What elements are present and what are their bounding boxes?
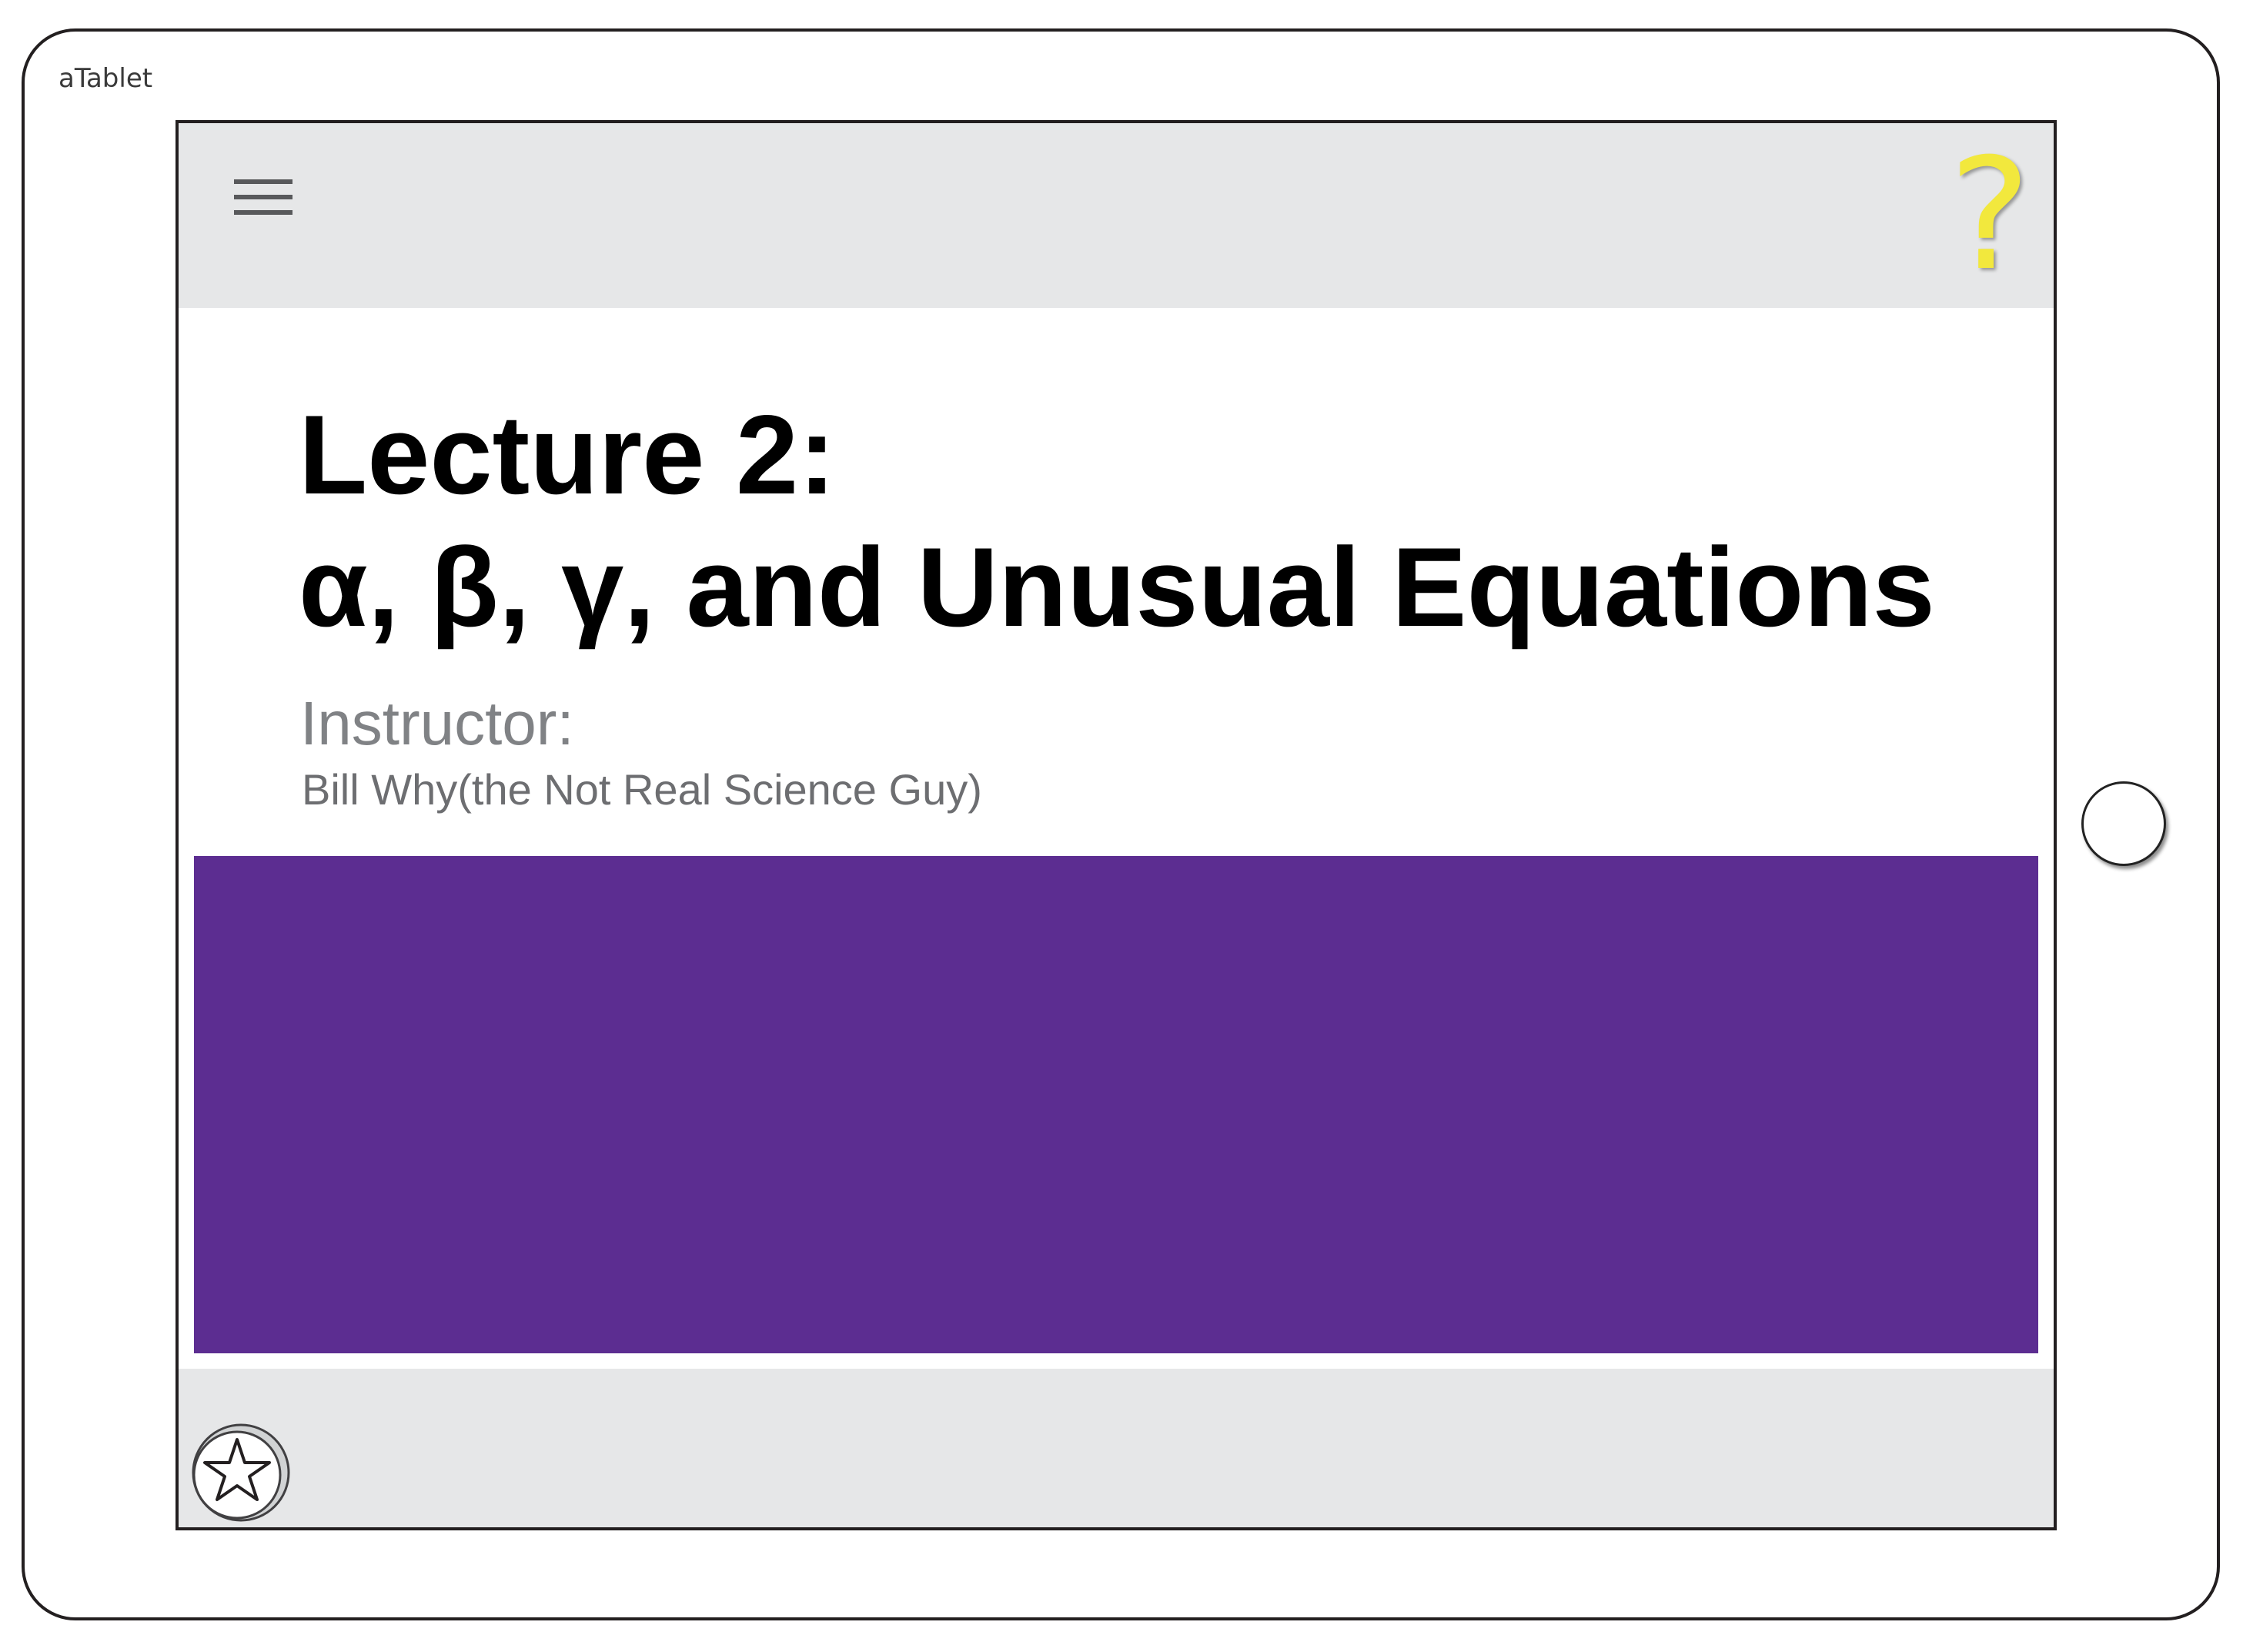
lecture-title-line-2: α, β, γ, and Unusual Equations	[299, 524, 1935, 650]
top-toolbar: ?	[179, 123, 2054, 308]
instructor-label: Instructor:	[300, 689, 574, 757]
home-button[interactable]	[2081, 781, 2166, 866]
device-label: aTablet	[58, 63, 153, 94]
star-badge-icon[interactable]	[191, 1423, 291, 1523]
lecture-media-panel[interactable]	[194, 856, 2038, 1353]
help-icon[interactable]: ?	[1949, 139, 2031, 293]
menu-line	[234, 195, 292, 199]
menu-line	[234, 179, 292, 184]
instructor-name: Bill Why(the Not Real Science Guy)	[302, 765, 982, 814]
hamburger-menu-icon[interactable]	[234, 179, 292, 216]
star-badge-graphic	[192, 1423, 290, 1522]
app-screen: ? Lecture 2: α, β, γ, and Unusual Equati…	[175, 120, 2057, 1530]
menu-line	[234, 210, 292, 215]
bottom-toolbar	[179, 1369, 2054, 1527]
lecture-title-line-1: Lecture 2:	[299, 392, 836, 517]
